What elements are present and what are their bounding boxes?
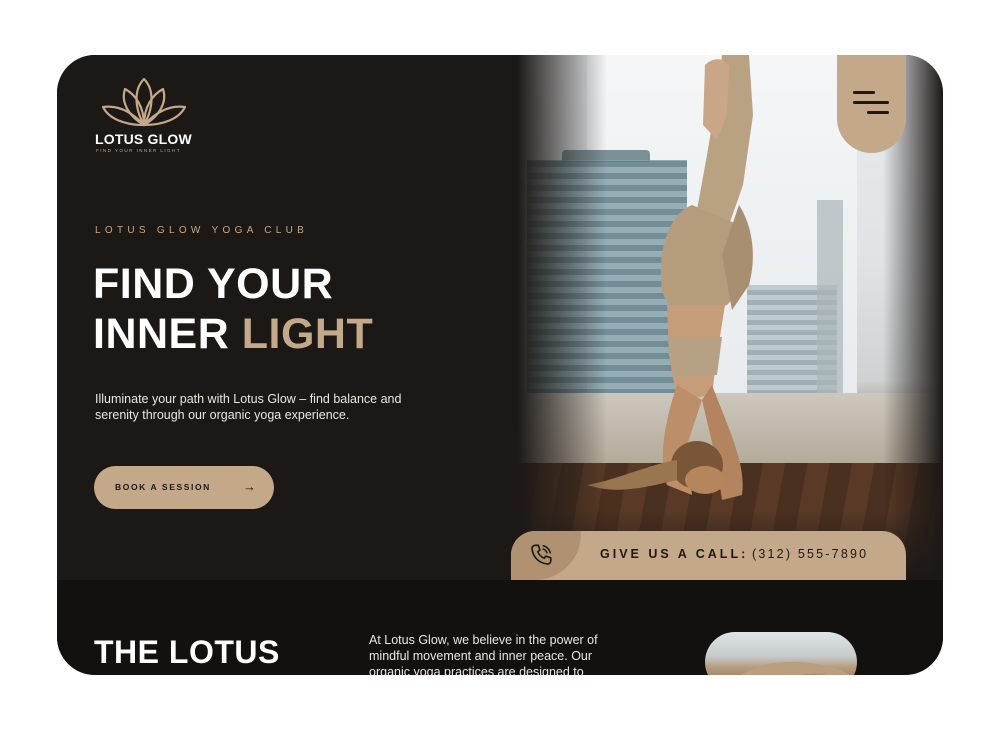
- hero-eyebrow: LOTUS GLOW YOGA CLUB: [95, 225, 309, 236]
- headline-line-2: INNER LIGHT: [93, 309, 373, 359]
- hero-description: Illuminate your path with Lotus Glow – f…: [95, 392, 402, 422]
- headline-word-light: LIGHT: [241, 310, 374, 358]
- call-banner[interactable]: GIVE US A CALL: (312) 555-7890: [511, 531, 906, 580]
- call-number[interactable]: (312) 555-7890: [752, 547, 868, 561]
- hamburger-menu-icon-bar: [853, 101, 889, 104]
- about-title: THE LOTUS: [94, 634, 280, 670]
- headline-line-1: FIND YOUR: [93, 260, 334, 308]
- brand-tagline: FIND YOUR INNER LIGHT: [96, 148, 181, 153]
- about-image: [705, 632, 857, 675]
- menu-button[interactable]: [837, 55, 906, 153]
- hamburger-menu-icon-bar: [867, 111, 889, 114]
- phone-icon: [531, 544, 552, 565]
- brand-name: LOTUS GLOW: [95, 131, 192, 147]
- photo-fade-left: [517, 55, 607, 580]
- book-session-label: BOOK A SESSION: [115, 482, 211, 492]
- logo[interactable]: LOTUS GLOW FIND YOUR INNER LIGHT: [95, 75, 195, 153]
- page-frame: LOTUS GLOW FIND YOUR INNER LIGHT LOTUS G…: [57, 55, 943, 675]
- hero-section: LOTUS GLOW FIND YOUR INNER LIGHT LOTUS G…: [57, 55, 943, 580]
- arrow-right-icon: →: [243, 479, 256, 494]
- about-text: At Lotus Glow, we believe in the power o…: [369, 633, 598, 675]
- book-session-button[interactable]: BOOK A SESSION →: [94, 466, 274, 509]
- call-label: GIVE US A CALL:: [600, 547, 749, 561]
- hamburger-menu-icon: [853, 91, 875, 94]
- lotus-logo-icon: [101, 77, 187, 127]
- hero-headline: FIND YOUR INNER LIGHT: [93, 259, 373, 359]
- about-image-figure: [741, 661, 850, 675]
- headline-word-inner: INNER: [93, 310, 230, 358]
- about-section: THE LOTUS At Lotus Glow, we believe in t…: [57, 580, 943, 675]
